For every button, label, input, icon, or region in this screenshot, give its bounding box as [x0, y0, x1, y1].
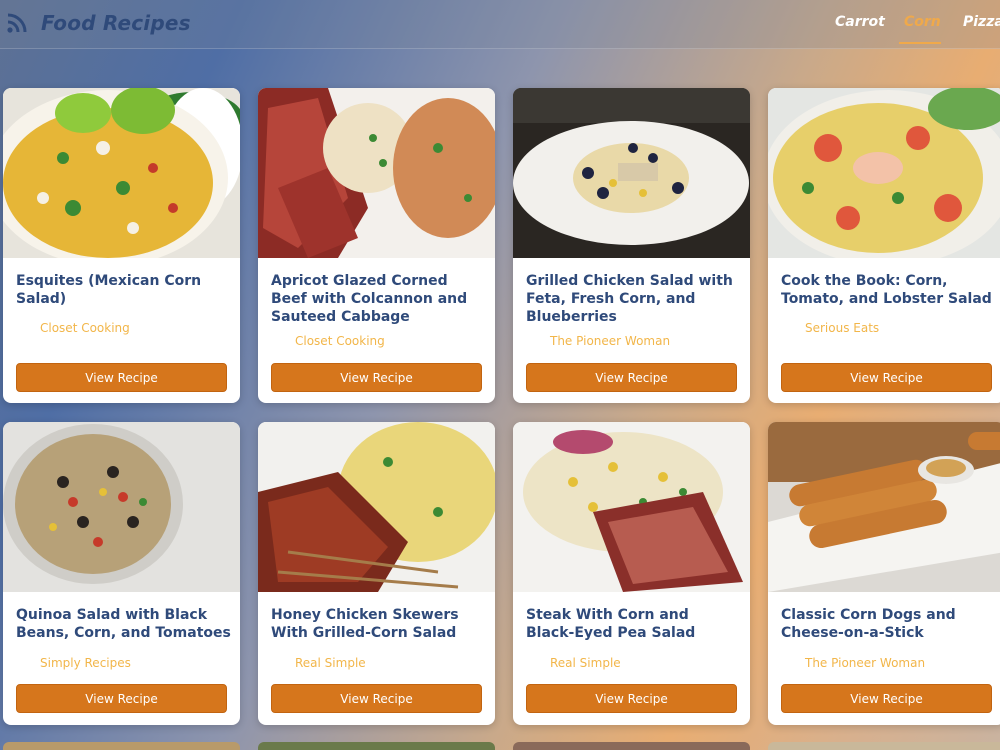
- recipe-image[interactable]: [768, 88, 1000, 258]
- recipe-source: The Pioneer Woman: [805, 656, 926, 670]
- recipe-image[interactable]: [258, 422, 495, 592]
- recipe-card: Steak With Corn and Black-Eyed Pea Salad…: [513, 422, 750, 725]
- recipe-image[interactable]: [258, 88, 495, 258]
- recipe-title: Classic Corn Dogs and Cheese-on-a-Stick: [781, 607, 956, 641]
- recipe-card: Apricot Glazed Corned Beef with Colcanno…: [258, 88, 495, 403]
- recipe-card-partial: [513, 742, 750, 750]
- recipe-card: Quinoa Salad with Black Beans, Corn, and…: [3, 422, 240, 725]
- view-recipe-button[interactable]: View Recipe: [271, 684, 482, 713]
- recipe-card: Grilled Chicken Salad with Feta, Fresh C…: [513, 88, 750, 403]
- view-recipe-button[interactable]: View Recipe: [781, 684, 992, 713]
- view-recipe-button[interactable]: View Recipe: [781, 363, 992, 392]
- recipe-title: Cook the Book: Corn, Tomato, and Lobster…: [781, 273, 992, 307]
- recipe-image[interactable]: [768, 422, 1000, 592]
- recipe-card: Cook the Book: Corn, Tomato, and Lobster…: [768, 88, 1000, 403]
- view-recipe-button[interactable]: View Recipe: [271, 363, 482, 392]
- recipe-card: Honey Chicken Skewers With Grilled-Corn …: [258, 422, 495, 725]
- recipe-source: Serious Eats: [805, 321, 880, 335]
- recipe-title: Apricot Glazed Corned Beef with Colcanno…: [271, 273, 468, 325]
- recipe-source: Closet Cooking: [295, 334, 385, 348]
- recipe-source: Simply Recipes: [40, 656, 131, 670]
- recipe-card-partial: [3, 742, 240, 750]
- recipe-card: Classic Corn Dogs and Cheese-on-a-Stick …: [768, 422, 1000, 725]
- recipe-grid: Esquites (Mexican Corn Salad) Closet Coo…: [0, 0, 1000, 750]
- recipe-image[interactable]: [513, 88, 750, 258]
- recipe-image[interactable]: [3, 88, 240, 258]
- recipe-title: Grilled Chicken Salad with Feta, Fresh C…: [526, 273, 733, 325]
- recipe-card: Esquites (Mexican Corn Salad) Closet Coo…: [3, 88, 240, 403]
- view-recipe-button[interactable]: View Recipe: [16, 363, 227, 392]
- view-recipe-button[interactable]: View Recipe: [526, 684, 737, 713]
- recipe-image[interactable]: [513, 422, 750, 592]
- recipe-source: Closet Cooking: [40, 321, 130, 335]
- recipe-card-partial: [768, 742, 1000, 750]
- recipe-title: Honey Chicken Skewers With Grilled-Corn …: [271, 607, 459, 641]
- recipe-title: Esquites (Mexican Corn Salad): [16, 273, 202, 307]
- recipe-source: Real Simple: [550, 656, 621, 670]
- view-recipe-button[interactable]: View Recipe: [526, 363, 737, 392]
- recipe-title: Quinoa Salad with Black Beans, Corn, and…: [16, 607, 231, 641]
- recipe-source: The Pioneer Woman: [550, 334, 671, 348]
- view-recipe-button[interactable]: View Recipe: [16, 684, 227, 713]
- recipe-image[interactable]: [3, 422, 240, 592]
- recipe-card-partial: [258, 742, 495, 750]
- recipe-title: Steak With Corn and Black-Eyed Pea Salad: [526, 607, 696, 641]
- recipe-source: Real Simple: [295, 656, 366, 670]
